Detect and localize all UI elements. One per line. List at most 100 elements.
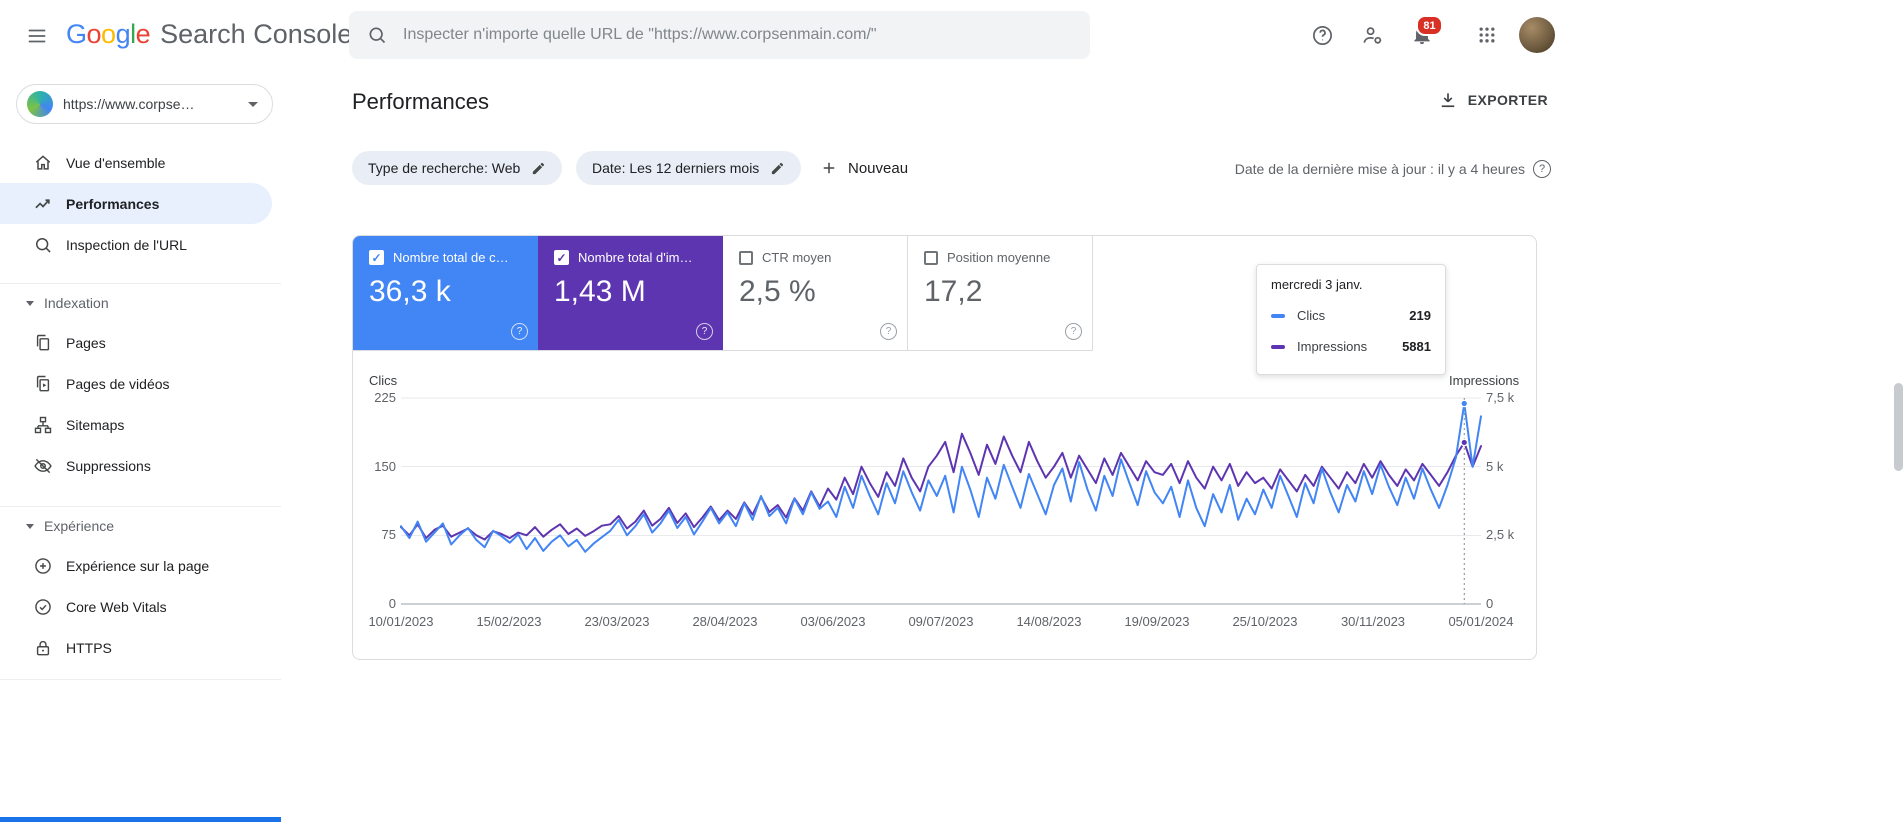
sidebar-item-label: Sitemaps (66, 416, 125, 433)
page-experience-icon (33, 556, 53, 576)
filter-chip-label: Type de recherche: Web (368, 160, 521, 176)
section-header-experience[interactable]: Expérience (0, 509, 281, 543)
user-settings-icon[interactable] (1361, 24, 1384, 47)
metric-label: Nombre total d'im… (578, 250, 693, 265)
sidebar-item-https[interactable]: HTTPS (0, 627, 281, 668)
help-icon[interactable] (696, 323, 713, 340)
google-apps-grid-icon[interactable] (1477, 25, 1497, 45)
property-selector[interactable]: https://www.corpse… (16, 84, 273, 124)
impressions-series-swatch (1271, 344, 1285, 349)
sidebar-item-pages[interactable]: Pages (0, 322, 281, 363)
url-inspection-search-bar[interactable] (349, 11, 1090, 59)
metric-card-total-impressions[interactable]: Nombre total d'im… 1,43 M (538, 236, 723, 351)
lock-icon (33, 638, 53, 658)
tooltip-date: mercredi 3 janv. (1271, 277, 1363, 292)
divider (0, 679, 281, 680)
property-url: https://www.corpse… (63, 96, 195, 112)
hamburger-menu-icon[interactable] (26, 25, 48, 47)
x-axis-label: 10/01/2023 (368, 614, 434, 629)
export-button[interactable]: EXPORTER (1438, 90, 1548, 110)
home-icon (33, 153, 53, 173)
help-icon[interactable] (1065, 323, 1082, 340)
checkbox-icon[interactable] (739, 250, 753, 265)
x-axis-label: 14/08/2023 (1016, 614, 1082, 629)
user-avatar[interactable] (1519, 17, 1555, 53)
google-search-console-app: Google Search Console 81 (0, 0, 1904, 822)
help-icon[interactable] (880, 323, 897, 340)
url-inspection-input[interactable] (401, 25, 1072, 45)
filter-chip-label: Date: Les 12 derniers mois (592, 160, 760, 176)
sidebar-item-sitemaps[interactable]: Sitemaps (0, 404, 281, 445)
metric-label: Nombre total de c… (393, 250, 509, 265)
y-axis-title-impressions: Impressions (1449, 373, 1520, 388)
video-pages-icon (33, 374, 53, 394)
notifications-bell-icon[interactable]: 81 (1411, 15, 1443, 46)
property-favicon (27, 91, 53, 117)
sitemap-tree-icon (33, 415, 53, 435)
sidebar-item-suppressions[interactable]: Suppressions (0, 445, 281, 486)
y-tick-label: 7,5 k (1486, 390, 1515, 405)
collapse-arrow-icon (26, 300, 34, 306)
gauge-check-icon (33, 597, 53, 617)
tooltip-row-impressions: Impressions 5881 (1271, 331, 1431, 362)
top-bar: Google Search Console 81 (0, 0, 1904, 70)
chart-hover-tooltip: mercredi 3 janv. Clics 219 Impressions 5… (1256, 264, 1446, 375)
app-name: Search Console (160, 19, 353, 49)
trending-up-icon (33, 194, 53, 214)
sidebar-section-experience: Expérience Expérience sur la page Core W… (0, 506, 281, 668)
chevron-down-icon (248, 101, 258, 107)
sidebar-item-label: Pages (66, 334, 106, 351)
sidebar-item-experience-page[interactable]: Expérience sur la page (0, 545, 281, 586)
metric-value: 17,2 (924, 275, 983, 308)
y-tick-label: 5 k (1486, 459, 1504, 474)
help-icon[interactable] (1533, 160, 1551, 178)
x-axis-label: 19/09/2023 (1124, 614, 1190, 629)
sidebar-item-label: Vue d'ensemble (66, 154, 166, 171)
metric-card-average-position[interactable]: Position moyenne 17,2 (908, 236, 1093, 351)
new-filter-button[interactable]: Nouveau (820, 151, 908, 185)
x-axis-label: 05/01/2024 (1448, 614, 1514, 629)
search-icon (33, 235, 53, 255)
metric-card-total-clicks[interactable]: Nombre total de c… 36,3 k (353, 236, 538, 351)
last-update-status: Date de la dernière mise à jour : il y a… (1235, 160, 1551, 178)
sidebar-item-pages-videos[interactable]: Pages de vidéos (0, 363, 281, 404)
sidebar-item-label: HTTPS (66, 639, 112, 656)
pencil-icon (531, 161, 546, 176)
tooltip-label: Impressions (1297, 339, 1368, 354)
sidebar-item-inspection-url[interactable]: Inspection de l'URL (0, 224, 281, 265)
scrollbar-thumb[interactable] (1894, 383, 1903, 471)
checkbox-icon[interactable] (369, 250, 384, 265)
help-icon[interactable] (1311, 24, 1334, 47)
section-label: Expérience (44, 518, 115, 534)
sidebar-item-vue-densemble[interactable]: Vue d'ensemble (0, 142, 281, 183)
sidebar-item-core-web-vitals[interactable]: Core Web Vitals (0, 586, 281, 627)
filter-chip-search-type[interactable]: Type de recherche: Web (352, 151, 563, 185)
help-icon[interactable] (511, 323, 528, 340)
y-tick-label: 150 (374, 459, 396, 474)
y-tick-label: 0 (388, 596, 396, 611)
sidebar-item-performances[interactable]: Performances (0, 183, 272, 224)
sidebar-section-indexation: Indexation Pages Pages de vidéos Sitemap… (0, 283, 281, 486)
metric-card-average-ctr[interactable]: CTR moyen 2,5 % (723, 236, 908, 351)
checkbox-icon[interactable] (554, 250, 569, 265)
metric-label: Position moyenne (947, 250, 1051, 265)
performance-line-chart[interactable] (400, 397, 1482, 605)
x-axis-label: 09/07/2023 (908, 614, 974, 629)
sidebar: https://www.corpse… Vue d'ensemble Perfo… (0, 70, 281, 680)
sidebar-item-label: Suppressions (66, 457, 151, 474)
section-header-indexation[interactable]: Indexation (0, 286, 281, 320)
sidebar-nav: Vue d'ensemble Performances Inspection d… (0, 142, 281, 680)
logo-letter: g (115, 19, 131, 49)
plus-icon (820, 159, 838, 177)
performance-panel: Nombre total de c… 36,3 k Nombre total d… (352, 235, 1537, 660)
checkbox-icon[interactable] (924, 250, 938, 265)
filter-chip-date[interactable]: Date: Les 12 derniers mois (576, 151, 802, 185)
x-axis-label: 15/02/2023 (476, 614, 542, 629)
x-axis-label: 25/10/2023 (1232, 614, 1298, 629)
x-axis-label: 03/06/2023 (800, 614, 866, 629)
app-logo[interactable]: Google Search Console (66, 19, 352, 50)
bottom-accent-bar (0, 817, 281, 822)
page-title: Performances (352, 89, 489, 114)
tooltip-row-clicks: Clics 219 (1271, 300, 1431, 331)
sidebar-item-label: Inspection de l'URL (66, 236, 187, 253)
